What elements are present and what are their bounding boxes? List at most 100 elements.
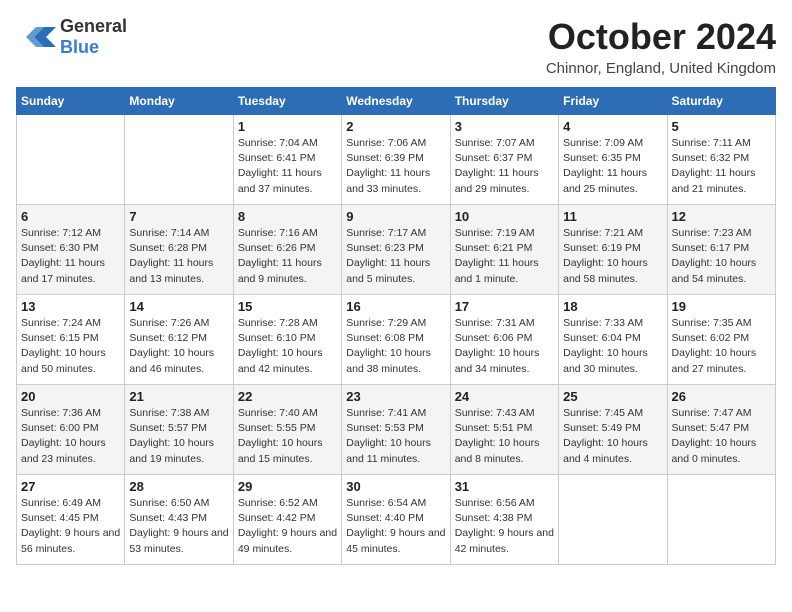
day-info: Sunrise: 7:09 AM Sunset: 6:35 PM Dayligh…	[563, 136, 662, 197]
day-info: Sunrise: 7:47 AM Sunset: 5:47 PM Dayligh…	[672, 406, 771, 467]
calendar-week-row: 20 Sunrise: 7:36 AM Sunset: 6:00 PM Dayli…	[17, 385, 776, 475]
weekday-header: Sunday	[17, 88, 125, 115]
calendar-cell	[559, 475, 667, 565]
day-info: Sunrise: 7:36 AM Sunset: 6:00 PM Dayligh…	[21, 406, 120, 467]
calendar-cell: 29 Sunrise: 6:52 AM Sunset: 4:42 PM Dayli…	[233, 475, 341, 565]
calendar-cell: 18Sunrise: 7:33 AM Sunset: 6:04 PM Dayli…	[559, 295, 667, 385]
day-info: Sunrise: 7:29 AM Sunset: 6:08 PM Dayligh…	[346, 316, 445, 377]
calendar-week-row: 6 Sunrise: 7:12 AM Sunset: 6:30 PM Daylig…	[17, 205, 776, 295]
day-number: 21	[129, 389, 228, 404]
day-number: 25	[563, 389, 662, 404]
day-number: 12	[672, 209, 771, 224]
logo-blue: Blue	[60, 37, 99, 57]
day-info: Sunrise: 6:52 AM Sunset: 4:42 PM Dayligh…	[238, 496, 337, 557]
calendar-week-row: 1Sunrise: 7:04 AM Sunset: 6:41 PM Daylig…	[17, 115, 776, 205]
calendar-cell	[125, 115, 233, 205]
day-number: 30	[346, 479, 445, 494]
day-number: 11	[563, 209, 662, 224]
day-info: Sunrise: 7:21 AM Sunset: 6:19 PM Dayligh…	[563, 226, 662, 287]
calendar-cell: 8 Sunrise: 7:16 AM Sunset: 6:26 PM Daylig…	[233, 205, 341, 295]
weekday-header: Saturday	[667, 88, 775, 115]
day-info: Sunrise: 7:38 AM Sunset: 5:57 PM Dayligh…	[129, 406, 228, 467]
day-info: Sunrise: 7:31 AM Sunset: 6:06 PM Dayligh…	[455, 316, 554, 377]
calendar-cell	[667, 475, 775, 565]
calendar-cell: 12Sunrise: 7:23 AM Sunset: 6:17 PM Dayli…	[667, 205, 775, 295]
calendar-cell: 20 Sunrise: 7:36 AM Sunset: 6:00 PM Dayli…	[17, 385, 125, 475]
calendar-cell: 15 Sunrise: 7:28 AM Sunset: 6:10 PM Dayli…	[233, 295, 341, 385]
day-info: Sunrise: 7:19 AM Sunset: 6:21 PM Dayligh…	[455, 226, 554, 287]
calendar-cell: 6 Sunrise: 7:12 AM Sunset: 6:30 PM Daylig…	[17, 205, 125, 295]
calendar-cell	[17, 115, 125, 205]
day-number: 18	[563, 299, 662, 314]
logo-general: General	[60, 16, 127, 36]
calendar-cell: 5 Sunrise: 7:11 AM Sunset: 6:32 PM Daylig…	[667, 115, 775, 205]
calendar-cell: 13Sunrise: 7:24 AM Sunset: 6:15 PM Dayli…	[17, 295, 125, 385]
weekday-header: Friday	[559, 88, 667, 115]
calendar-cell: 23Sunrise: 7:41 AM Sunset: 5:53 PM Dayli…	[342, 385, 450, 475]
day-number: 8	[238, 209, 337, 224]
calendar-cell: 3 Sunrise: 7:07 AM Sunset: 6:37 PM Daylig…	[450, 115, 558, 205]
day-number: 16	[346, 299, 445, 314]
day-number: 5	[672, 119, 771, 134]
calendar-cell: 14 Sunrise: 7:26 AM Sunset: 6:12 PM Dayli…	[125, 295, 233, 385]
day-number: 3	[455, 119, 554, 134]
day-info: Sunrise: 6:54 AM Sunset: 4:40 PM Dayligh…	[346, 496, 445, 557]
day-number: 26	[672, 389, 771, 404]
day-number: 28	[129, 479, 228, 494]
calendar-cell: 17 Sunrise: 7:31 AM Sunset: 6:06 PM Dayli…	[450, 295, 558, 385]
day-info: Sunrise: 7:12 AM Sunset: 6:30 PM Dayligh…	[21, 226, 120, 287]
calendar-cell: 24 Sunrise: 7:43 AM Sunset: 5:51 PM Dayli…	[450, 385, 558, 475]
day-number: 27	[21, 479, 120, 494]
day-info: Sunrise: 7:35 AM Sunset: 6:02 PM Dayligh…	[672, 316, 771, 377]
day-info: Sunrise: 7:43 AM Sunset: 5:51 PM Dayligh…	[455, 406, 554, 467]
weekday-header: Thursday	[450, 88, 558, 115]
calendar-cell: 7Sunrise: 7:14 AM Sunset: 6:28 PM Daylig…	[125, 205, 233, 295]
day-number: 2	[346, 119, 445, 134]
title-area: October 2024 Chinnor, England, United Ki…	[546, 16, 776, 77]
calendar-cell: 9 Sunrise: 7:17 AM Sunset: 6:23 PM Daylig…	[342, 205, 450, 295]
day-info: Sunrise: 6:56 AM Sunset: 4:38 PM Dayligh…	[455, 496, 554, 557]
day-info: Sunrise: 7:06 AM Sunset: 6:39 PM Dayligh…	[346, 136, 445, 197]
day-number: 15	[238, 299, 337, 314]
day-info: Sunrise: 7:26 AM Sunset: 6:12 PM Dayligh…	[129, 316, 228, 377]
weekday-header: Wednesday	[342, 88, 450, 115]
calendar-cell: 21 Sunrise: 7:38 AM Sunset: 5:57 PM Dayli…	[125, 385, 233, 475]
calendar-week-row: 13Sunrise: 7:24 AM Sunset: 6:15 PM Dayli…	[17, 295, 776, 385]
day-info: Sunrise: 7:16 AM Sunset: 6:26 PM Dayligh…	[238, 226, 337, 287]
day-info: Sunrise: 6:50 AM Sunset: 4:43 PM Dayligh…	[129, 496, 228, 557]
calendar-table: SundayMondayTuesdayWednesdayThursdayFrid…	[16, 87, 776, 565]
day-info: Sunrise: 7:11 AM Sunset: 6:32 PM Dayligh…	[672, 136, 771, 197]
day-number: 7	[129, 209, 228, 224]
day-info: Sunrise: 7:07 AM Sunset: 6:37 PM Dayligh…	[455, 136, 554, 197]
calendar-cell: 2 Sunrise: 7:06 AM Sunset: 6:39 PM Daylig…	[342, 115, 450, 205]
day-info: Sunrise: 7:45 AM Sunset: 5:49 PM Dayligh…	[563, 406, 662, 467]
day-number: 17	[455, 299, 554, 314]
day-info: Sunrise: 7:28 AM Sunset: 6:10 PM Dayligh…	[238, 316, 337, 377]
day-number: 20	[21, 389, 120, 404]
logo: General Blue	[16, 16, 127, 58]
weekday-header: Monday	[125, 88, 233, 115]
day-number: 22	[238, 389, 337, 404]
calendar-cell: 25 Sunrise: 7:45 AM Sunset: 5:49 PM Dayli…	[559, 385, 667, 475]
day-number: 14	[129, 299, 228, 314]
day-info: Sunrise: 7:40 AM Sunset: 5:55 PM Dayligh…	[238, 406, 337, 467]
logo-icon	[16, 23, 56, 51]
day-number: 29	[238, 479, 337, 494]
day-number: 10	[455, 209, 554, 224]
day-number: 1	[238, 119, 337, 134]
calendar-cell: 22 Sunrise: 7:40 AM Sunset: 5:55 PM Dayli…	[233, 385, 341, 475]
day-number: 23	[346, 389, 445, 404]
day-number: 13	[21, 299, 120, 314]
calendar-cell: 1Sunrise: 7:04 AM Sunset: 6:41 PM Daylig…	[233, 115, 341, 205]
day-number: 19	[672, 299, 771, 314]
calendar-cell: 31Sunrise: 6:56 AM Sunset: 4:38 PM Dayli…	[450, 475, 558, 565]
calendar-cell: 11 Sunrise: 7:21 AM Sunset: 6:19 PM Dayli…	[559, 205, 667, 295]
calendar-cell: 19 Sunrise: 7:35 AM Sunset: 6:02 PM Dayli…	[667, 295, 775, 385]
calendar-week-row: 27Sunrise: 6:49 AM Sunset: 4:45 PM Dayli…	[17, 475, 776, 565]
day-number: 9	[346, 209, 445, 224]
day-number: 4	[563, 119, 662, 134]
weekday-header: Tuesday	[233, 88, 341, 115]
day-number: 24	[455, 389, 554, 404]
day-number: 6	[21, 209, 120, 224]
day-info: Sunrise: 7:17 AM Sunset: 6:23 PM Dayligh…	[346, 226, 445, 287]
